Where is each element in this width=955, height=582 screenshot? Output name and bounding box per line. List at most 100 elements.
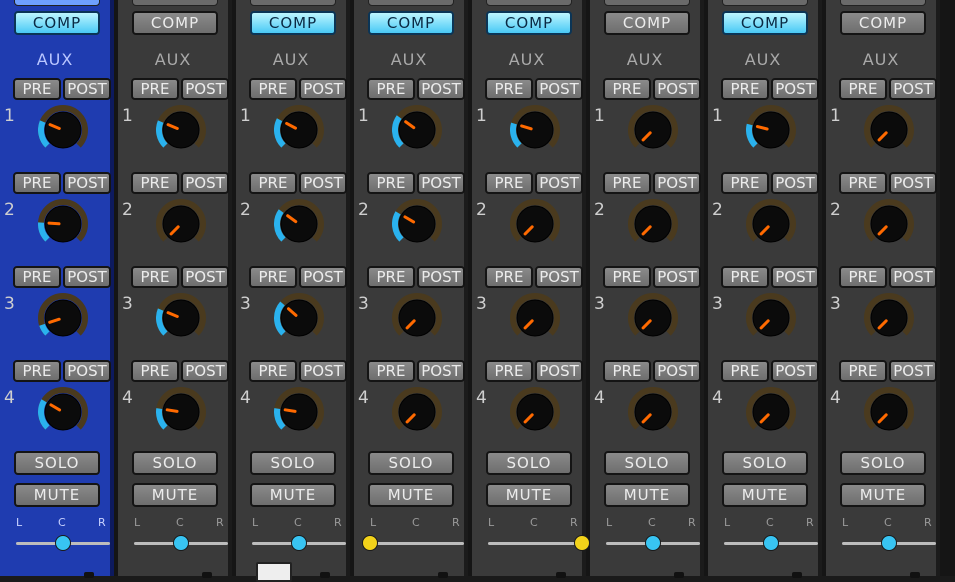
aux-3-post-button[interactable]: POST bbox=[889, 266, 937, 288]
mute-button[interactable]: MUTE bbox=[722, 483, 808, 507]
aux-2-pre-button[interactable]: PRE bbox=[603, 172, 651, 194]
pan-slider-handle[interactable] bbox=[881, 535, 897, 551]
mute-button[interactable]: MUTE bbox=[368, 483, 454, 507]
aux-3-pre-button[interactable]: PRE bbox=[485, 266, 533, 288]
aux-3-pre-button[interactable]: PRE bbox=[603, 266, 651, 288]
aux-1-send-knob[interactable] bbox=[510, 105, 560, 155]
solo-button[interactable]: SOLO bbox=[250, 451, 336, 475]
solo-button[interactable]: SOLO bbox=[14, 451, 100, 475]
aux-3-send-knob[interactable] bbox=[746, 293, 796, 343]
aux-2-post-button[interactable]: POST bbox=[889, 172, 937, 194]
aux-1-post-button[interactable]: POST bbox=[417, 78, 465, 100]
aux-4-pre-button[interactable]: PRE bbox=[603, 360, 651, 382]
aux-3-pre-button[interactable]: PRE bbox=[367, 266, 415, 288]
comp-button[interactable]: COMP bbox=[840, 11, 926, 35]
aux-4-pre-button[interactable]: PRE bbox=[839, 360, 887, 382]
mute-button[interactable]: MUTE bbox=[486, 483, 572, 507]
aux-1-send-knob[interactable] bbox=[274, 105, 324, 155]
aux-4-post-button[interactable]: POST bbox=[63, 360, 111, 382]
mute-button[interactable]: MUTE bbox=[604, 483, 690, 507]
top-button-stub[interactable] bbox=[486, 0, 572, 6]
aux-4-send-knob[interactable] bbox=[38, 387, 88, 437]
aux-2-post-button[interactable]: POST bbox=[181, 172, 229, 194]
top-button-stub[interactable] bbox=[250, 0, 336, 6]
comp-button[interactable]: COMP bbox=[604, 11, 690, 35]
aux-4-post-button[interactable]: POST bbox=[535, 360, 583, 382]
comp-button[interactable]: COMP bbox=[250, 11, 336, 35]
solo-button[interactable]: SOLO bbox=[840, 451, 926, 475]
aux-3-pre-button[interactable]: PRE bbox=[839, 266, 887, 288]
aux-1-post-button[interactable]: POST bbox=[535, 78, 583, 100]
mute-button[interactable]: MUTE bbox=[132, 483, 218, 507]
aux-3-post-button[interactable]: POST bbox=[63, 266, 111, 288]
aux-1-send-knob[interactable] bbox=[864, 105, 914, 155]
aux-3-pre-button[interactable]: PRE bbox=[131, 266, 179, 288]
top-button-stub[interactable] bbox=[132, 0, 218, 6]
aux-3-send-knob[interactable] bbox=[156, 293, 206, 343]
comp-button[interactable]: COMP bbox=[14, 11, 100, 35]
aux-2-post-button[interactable]: POST bbox=[653, 172, 701, 194]
aux-4-send-knob[interactable] bbox=[510, 387, 560, 437]
aux-4-send-knob[interactable] bbox=[746, 387, 796, 437]
aux-3-post-button[interactable]: POST bbox=[771, 266, 819, 288]
aux-2-pre-button[interactable]: PRE bbox=[13, 172, 61, 194]
pan-slider-handle[interactable] bbox=[291, 535, 307, 551]
top-button-stub[interactable] bbox=[840, 0, 926, 6]
aux-4-pre-button[interactable]: PRE bbox=[13, 360, 61, 382]
aux-4-send-knob[interactable] bbox=[628, 387, 678, 437]
pan-slider-handle[interactable] bbox=[763, 535, 779, 551]
aux-3-pre-button[interactable]: PRE bbox=[13, 266, 61, 288]
aux-1-post-button[interactable]: POST bbox=[771, 78, 819, 100]
pan-slider-handle[interactable] bbox=[173, 535, 189, 551]
aux-4-post-button[interactable]: POST bbox=[653, 360, 701, 382]
aux-2-pre-button[interactable]: PRE bbox=[721, 172, 769, 194]
aux-1-post-button[interactable]: POST bbox=[889, 78, 937, 100]
aux-4-post-button[interactable]: POST bbox=[181, 360, 229, 382]
aux-1-send-knob[interactable] bbox=[392, 105, 442, 155]
aux-2-post-button[interactable]: POST bbox=[417, 172, 465, 194]
aux-4-post-button[interactable]: POST bbox=[771, 360, 819, 382]
pan-slider-track[interactable] bbox=[488, 542, 582, 545]
aux-3-send-knob[interactable] bbox=[864, 293, 914, 343]
aux-4-post-button[interactable]: POST bbox=[299, 360, 347, 382]
aux-4-pre-button[interactable]: PRE bbox=[131, 360, 179, 382]
pan-slider-handle[interactable] bbox=[645, 535, 661, 551]
mute-button[interactable]: MUTE bbox=[14, 483, 100, 507]
comp-button[interactable]: COMP bbox=[132, 11, 218, 35]
pan-slider-handle[interactable] bbox=[362, 535, 378, 551]
aux-3-send-knob[interactable] bbox=[510, 293, 560, 343]
aux-1-post-button[interactable]: POST bbox=[63, 78, 111, 100]
aux-2-send-knob[interactable] bbox=[628, 199, 678, 249]
aux-1-pre-button[interactable]: PRE bbox=[13, 78, 61, 100]
aux-1-pre-button[interactable]: PRE bbox=[131, 78, 179, 100]
aux-3-send-knob[interactable] bbox=[38, 293, 88, 343]
aux-4-post-button[interactable]: POST bbox=[889, 360, 937, 382]
solo-button[interactable]: SOLO bbox=[722, 451, 808, 475]
solo-button[interactable]: SOLO bbox=[604, 451, 690, 475]
aux-1-pre-button[interactable]: PRE bbox=[839, 78, 887, 100]
aux-4-send-knob[interactable] bbox=[392, 387, 442, 437]
aux-2-send-knob[interactable] bbox=[864, 199, 914, 249]
aux-2-send-knob[interactable] bbox=[274, 199, 324, 249]
comp-button[interactable]: COMP bbox=[722, 11, 808, 35]
aux-2-pre-button[interactable]: PRE bbox=[485, 172, 533, 194]
top-button-stub[interactable] bbox=[604, 0, 690, 6]
top-button-stub[interactable] bbox=[368, 0, 454, 6]
aux-2-send-knob[interactable] bbox=[746, 199, 796, 249]
aux-4-pre-button[interactable]: PRE bbox=[249, 360, 297, 382]
aux-4-pre-button[interactable]: PRE bbox=[485, 360, 533, 382]
aux-1-send-knob[interactable] bbox=[38, 105, 88, 155]
aux-3-post-button[interactable]: POST bbox=[653, 266, 701, 288]
aux-1-post-button[interactable]: POST bbox=[299, 78, 347, 100]
aux-1-send-knob[interactable] bbox=[156, 105, 206, 155]
aux-3-pre-button[interactable]: PRE bbox=[721, 266, 769, 288]
aux-2-send-knob[interactable] bbox=[392, 199, 442, 249]
aux-1-send-knob[interactable] bbox=[628, 105, 678, 155]
solo-button[interactable]: SOLO bbox=[486, 451, 572, 475]
pan-slider-track[interactable] bbox=[370, 542, 464, 545]
mute-button[interactable]: MUTE bbox=[840, 483, 926, 507]
aux-3-post-button[interactable]: POST bbox=[181, 266, 229, 288]
aux-3-send-knob[interactable] bbox=[628, 293, 678, 343]
aux-3-send-knob[interactable] bbox=[392, 293, 442, 343]
aux-2-send-knob[interactable] bbox=[156, 199, 206, 249]
